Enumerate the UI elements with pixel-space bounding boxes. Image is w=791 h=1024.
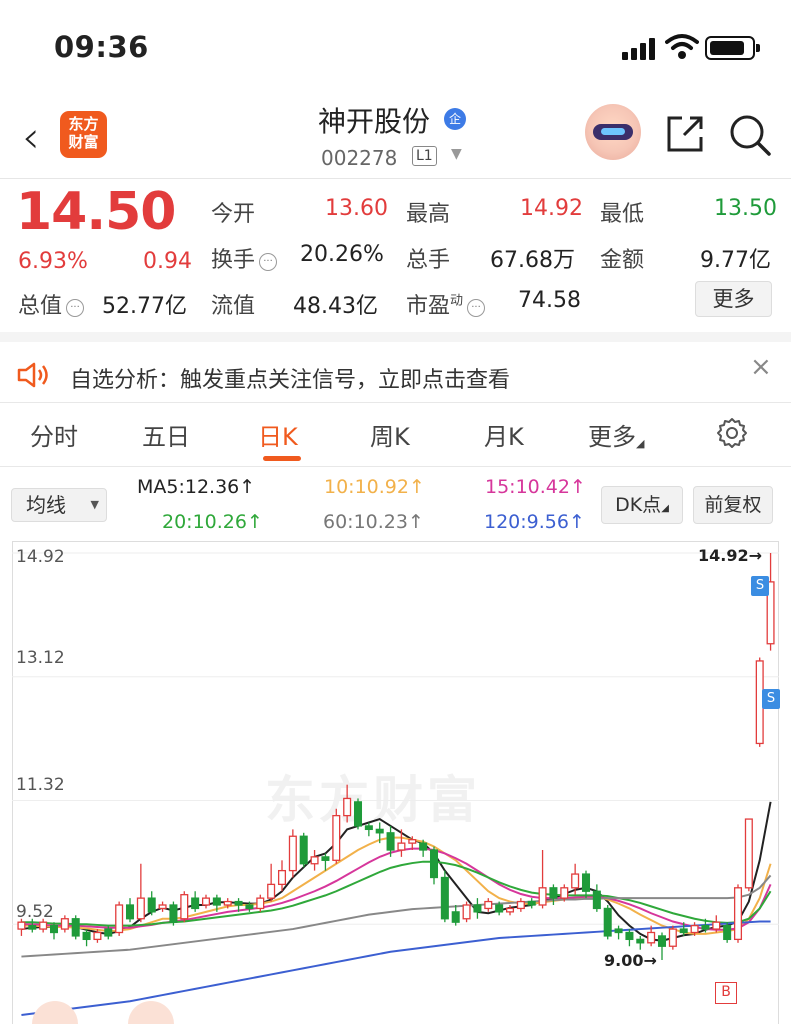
y-tick: 9.52 [16,902,54,922]
candle [147,891,156,916]
candle [364,822,373,837]
candle [71,915,80,940]
candle [277,860,287,892]
y-tick: 11.32 [16,775,65,795]
high-marker: 14.92→ [698,546,763,565]
candle [744,818,753,892]
sell-signal-badge[interactable]: S [751,576,769,596]
candle [636,935,645,950]
candle [527,898,536,909]
sell-signal-badge[interactable]: S [762,689,780,709]
candle [614,925,623,940]
candle [180,891,189,923]
candle [733,884,743,943]
candle [440,870,449,923]
candle [125,898,135,923]
candle [158,901,167,912]
candle [343,784,352,823]
candle [332,808,341,864]
ma-line-ma5 [21,801,772,942]
candle [353,798,363,830]
candle [267,863,276,902]
candle [82,929,91,947]
candle [60,915,69,933]
kline-svg [12,552,779,1016]
buy-signal-badge[interactable]: B [715,982,737,1004]
candle [169,901,178,926]
candle [136,863,145,923]
candle [462,901,471,923]
candle [516,898,525,912]
candle [538,850,547,909]
candle [581,870,591,899]
candle [201,894,211,909]
candle [592,884,601,912]
candle [473,898,482,919]
candle [115,901,124,936]
candle [723,922,732,943]
y-tick: 14.92 [16,547,65,567]
y-tick: 13.12 [16,648,65,668]
candle [191,891,200,912]
candle [657,932,667,960]
candle [603,905,612,940]
candle [668,925,677,950]
candle [429,846,439,885]
candle [310,850,319,871]
candle [766,553,775,651]
low-marker: 9.00→ [604,951,657,970]
candle [484,898,493,912]
candle [451,905,460,926]
candle [299,832,308,868]
candle [256,894,265,912]
candle [625,929,634,947]
candle [288,829,297,878]
